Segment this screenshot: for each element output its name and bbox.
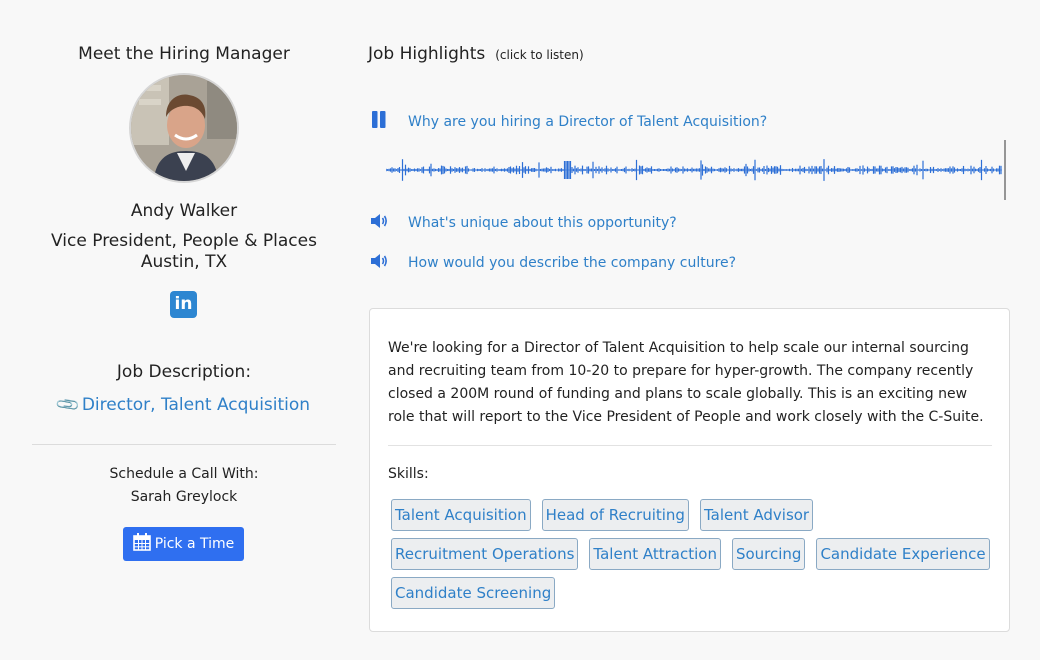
manager-location: Austin, TX [140, 252, 228, 272]
manager-title: Vice President, People & Places [51, 231, 317, 251]
skill-tag[interactable]: Recruitment Operations [391, 538, 579, 570]
highlight-question-1-text[interactable]: Why are you hiring a Director of Talent … [408, 114, 767, 130]
schedule-contact-name: Sarah Greylock [130, 489, 238, 505]
divider [388, 445, 992, 446]
highlight-question-2-text[interactable]: What's unique about this opportunity? [408, 215, 677, 231]
schedule-call-label: Schedule a Call With: [109, 466, 259, 482]
job-highlights-heading: Job Highlights (click to listen) [368, 44, 584, 64]
speaker-icon[interactable] [370, 251, 390, 271]
paperclip-icon: 📎 [54, 390, 82, 419]
skill-tag[interactable]: Talent Attraction [589, 538, 721, 570]
highlight-question-2[interactable]: What's unique about this opportunity? [368, 211, 1008, 233]
skills-label: Skills: [388, 466, 429, 482]
highlight-question-3[interactable]: How would you describe the company cultu… [368, 251, 1008, 273]
skill-tag[interactable]: Candidate Screening [391, 577, 556, 609]
job-description-link[interactable]: 📎Director, Talent Acquisition [32, 391, 336, 418]
job-summary-card: We're looking for a Director of Talent A… [369, 308, 1010, 632]
pick-a-time-label: Pick a Time [154, 536, 235, 552]
pause-icon[interactable] [370, 110, 390, 130]
skill-tag[interactable]: Sourcing [731, 538, 806, 570]
avatar [129, 73, 239, 183]
skill-tag[interactable]: Talent Advisor [699, 499, 814, 531]
job-summary-text: We're looking for a Director of Talent A… [388, 340, 984, 425]
divider [32, 444, 336, 445]
job-description-link-label: Director, Talent Acquisition [81, 395, 311, 415]
skill-tag[interactable]: Talent Acquisition [391, 499, 531, 531]
linkedin-icon[interactable]: in [170, 291, 197, 318]
job-description-heading: Job Description: [116, 362, 252, 382]
skill-tag[interactable]: Head of Recruiting [541, 499, 689, 531]
manager-title-location: Vice President, People & Places Austin, … [32, 231, 336, 273]
audio-waveform[interactable] [386, 140, 1006, 200]
skill-tag[interactable]: Candidate Experience [816, 538, 990, 570]
skill-tags: Talent Acquisition Head of Recruiting Tale… [391, 499, 1001, 609]
speaker-icon[interactable] [370, 211, 390, 231]
hiring-manager-heading: Meet the Hiring Manager [78, 44, 290, 64]
calendar-icon [132, 533, 151, 551]
click-to-listen-hint: (click to listen) [495, 48, 584, 62]
highlight-question-1[interactable]: Why are you hiring a Director of Talent … [368, 110, 1008, 132]
pick-a-time-button[interactable]: Pick a Time [123, 527, 244, 561]
manager-name: Andy Walker [130, 201, 238, 221]
highlight-question-3-text[interactable]: How would you describe the company cultu… [408, 255, 736, 271]
job-highlights-title: Job Highlights [368, 44, 486, 64]
